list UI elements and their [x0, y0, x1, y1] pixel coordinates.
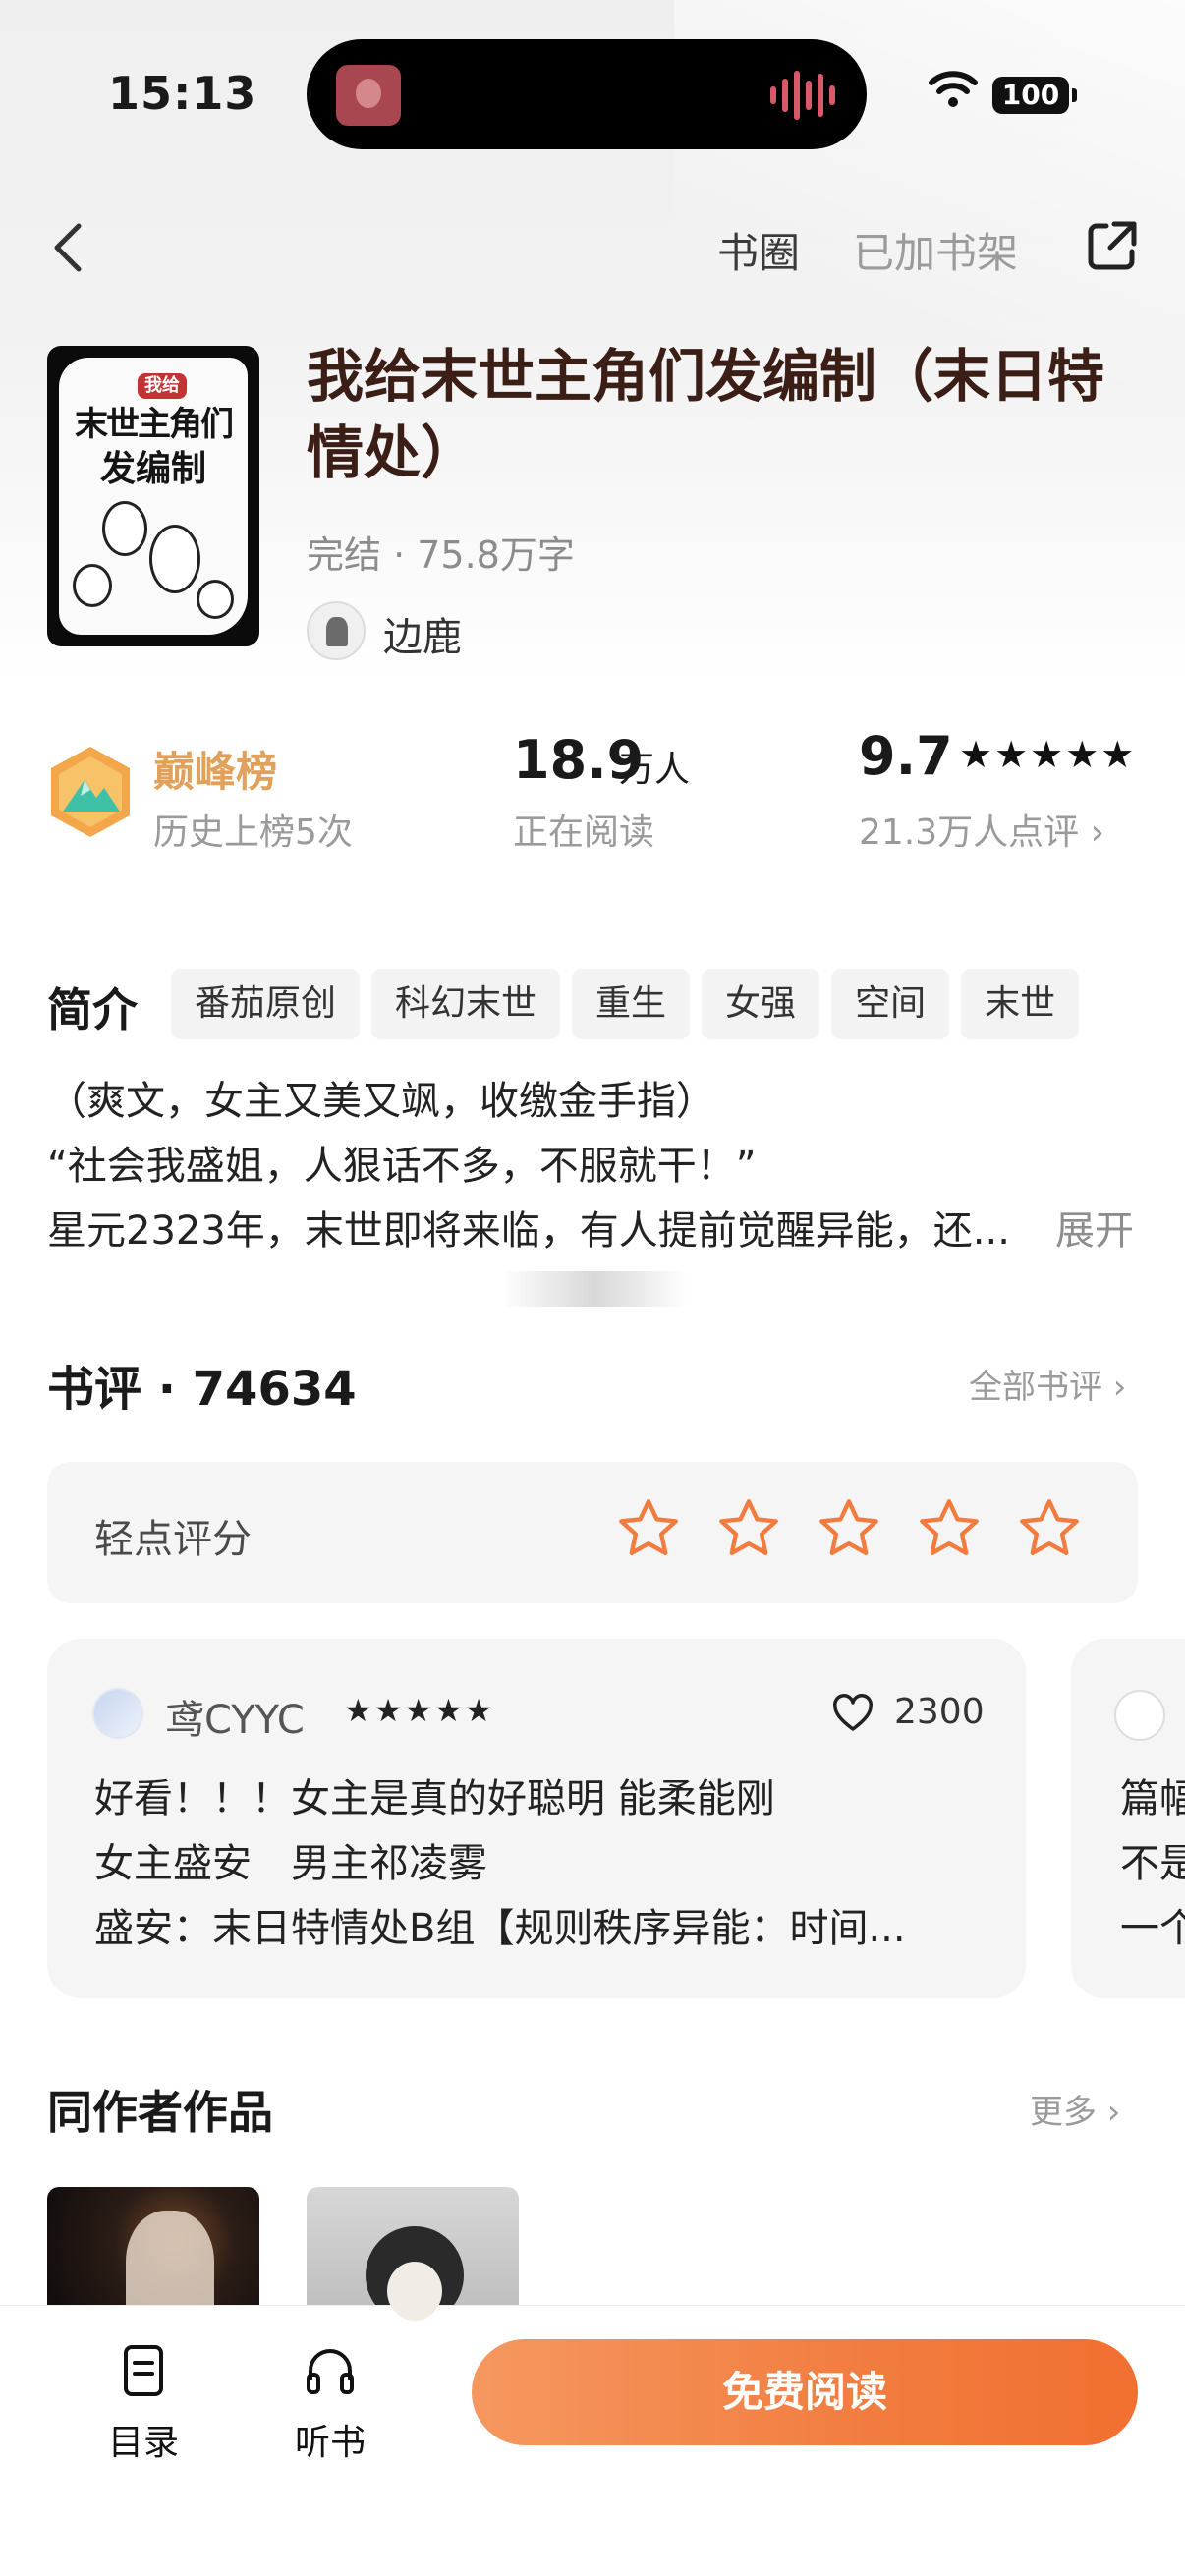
rate-star-2-icon[interactable] — [709, 1484, 788, 1574]
share-icon[interactable] — [1085, 218, 1140, 273]
intro-heading: 简介 — [47, 983, 138, 1036]
wifi-icon — [929, 71, 978, 107]
cover-art: 我给 末世主角们 发编制 — [59, 358, 248, 635]
rate-star-4-icon[interactable] — [910, 1484, 988, 1574]
reviewer-avatar[interactable] — [92, 1688, 143, 1739]
rate-star-5-icon[interactable] — [1010, 1484, 1089, 1574]
rating-stars: ★★★★★ — [959, 733, 1137, 776]
tag-chip[interactable]: 女强 — [702, 969, 820, 1039]
readers-label: 正在阅读 — [513, 812, 655, 853]
tag-chip[interactable]: 末世 — [961, 969, 1080, 1039]
author-name[interactable]: 边鹿 — [383, 605, 462, 662]
review-card[interactable]: 篇幅 不是 一个 — [1071, 1639, 1185, 1998]
rate-star-3-icon[interactable] — [810, 1484, 888, 1574]
review-line: 不是 — [1120, 1841, 1185, 1886]
review-card[interactable]: 鸢CYYC ★★★★★ 2300 好看！！！女主是真的好聪明 能柔能刚 女主盛安… — [47, 1639, 1026, 1998]
intro-line: “社会我盛姐，人狠话不多，不服就干！” — [47, 1144, 757, 1189]
expand-intro-button[interactable]: 展开 — [1055, 1199, 1134, 1256]
book-detail-page: 15:13 100 书圈 已加书架 我给 末世主角们 发编制 我给末世主角们发编 — [0, 0, 1185, 2576]
cover-title-line2: 发编制 — [99, 449, 206, 489]
author-avatar[interactable] — [307, 601, 366, 660]
battery-indicator: 100 — [992, 77, 1077, 114]
cover-doodle — [149, 525, 200, 593]
rank-name[interactable]: 巅峰榜 — [153, 739, 277, 799]
rating-count-link[interactable]: 21.3万人点评 › — [859, 804, 1104, 855]
back-icon[interactable] — [43, 216, 98, 279]
audio-wave-icon — [770, 69, 839, 122]
intro-line: （爽文，女主又美又飒，收缴金手指） — [47, 1079, 715, 1124]
review-line: 一个 — [1120, 1906, 1185, 1951]
intro-line: 星元2323年，末世即将来临，有人提前觉醒异能，还... — [47, 1208, 1010, 1254]
tag-chip[interactable]: 科幻末世 — [371, 969, 561, 1039]
tag-chip[interactable]: 空间 — [831, 969, 950, 1039]
author-work-cover[interactable] — [307, 2187, 519, 2324]
listen-label: 听书 — [294, 2423, 366, 2463]
intro-text[interactable]: （爽文，女主又美又飒，收缴金手指） “社会我盛姐，人狠话不多，不服就干！” 星元… — [47, 1069, 1148, 1263]
tag-chip[interactable]: 番茄原创 — [171, 969, 361, 1039]
cover-title-line1: 末世主角们 — [75, 405, 234, 444]
author-work-cover[interactable] — [47, 2187, 259, 2324]
rank-history: 历史上榜5次 — [153, 812, 353, 853]
now-playing-thumbnail — [336, 65, 401, 126]
book-circle-link[interactable]: 书圈 — [717, 220, 800, 280]
toc-button[interactable]: 目录 — [85, 2341, 202, 2465]
all-reviews-link[interactable]: 全部书评 › — [969, 1360, 1126, 1408]
cover-tag: 我给 — [138, 373, 187, 399]
bottom-action-bar: 目录 听书 免费阅读 — [0, 2305, 1185, 2576]
tag-list: 番茄原创 科幻末世 重生 女强 空间 末世 — [171, 969, 1080, 1039]
review-line: 好看！！！女主是真的好聪明 能柔能刚 — [94, 1776, 775, 1821]
review-line: 女主盛安 男主祁凌雾 — [94, 1841, 487, 1886]
like-heart-icon[interactable] — [831, 1694, 875, 1733]
book-cover[interactable]: 我给 末世主角们 发编制 — [47, 346, 259, 646]
reviewer-avatar[interactable] — [1114, 1690, 1165, 1741]
table-of-contents-icon — [124, 2345, 163, 2396]
readers-unit: 万人 — [619, 750, 691, 790]
review-line: 篇幅 — [1120, 1776, 1185, 1821]
tap-to-rate-panel: 轻点评分 — [47, 1462, 1138, 1603]
like-count: 2300 — [894, 1692, 985, 1732]
more-works-link[interactable]: 更多 › — [1030, 2085, 1120, 2133]
reviews-heading: 书评 · 74634 — [47, 1362, 357, 1417]
tap-to-rate-label: 轻点评分 — [94, 1517, 252, 1562]
status-time: 15:13 — [108, 67, 257, 120]
headphones-icon — [307, 2349, 354, 2394]
listen-button[interactable]: 听书 — [271, 2341, 389, 2465]
review-line: 盛安：末日特情处B组【规则秩序异能：时间... — [94, 1906, 906, 1951]
review-text: 好看！！！女主是真的好聪明 能柔能刚 女主盛安 男主祁凌雾 盛安：末日特情处B组… — [94, 1766, 979, 1961]
toc-label: 目录 — [107, 2423, 179, 2463]
tag-chip[interactable]: 重生 — [572, 969, 691, 1039]
review-text: 篇幅 不是 一个 — [1120, 1766, 1185, 1961]
cover-doodle — [73, 564, 112, 607]
book-meta: 完结 · 75.8万字 — [307, 533, 575, 577]
free-read-button[interactable]: 免费阅读 — [472, 2339, 1138, 2445]
rate-stars — [609, 1484, 1089, 1574]
cover-doodle — [102, 501, 147, 556]
cover-doodle — [197, 580, 234, 619]
added-to-shelf-button[interactable]: 已加书架 — [853, 220, 1018, 280]
collapse-fade — [501, 1271, 688, 1307]
dynamic-island[interactable] — [307, 39, 867, 149]
rating-score: 9.7 — [859, 725, 953, 787]
reviewer-name[interactable]: 鸢CYYC — [165, 1688, 305, 1745]
same-author-heading: 同作者作品 — [47, 2086, 273, 2139]
peak-rank-icon[interactable] — [45, 743, 136, 841]
book-title: 我给末世主角们发编制（末日特情处） — [307, 343, 1105, 486]
review-stars: ★★★★★ — [344, 1692, 495, 1729]
rate-star-1-icon[interactable] — [609, 1484, 688, 1574]
